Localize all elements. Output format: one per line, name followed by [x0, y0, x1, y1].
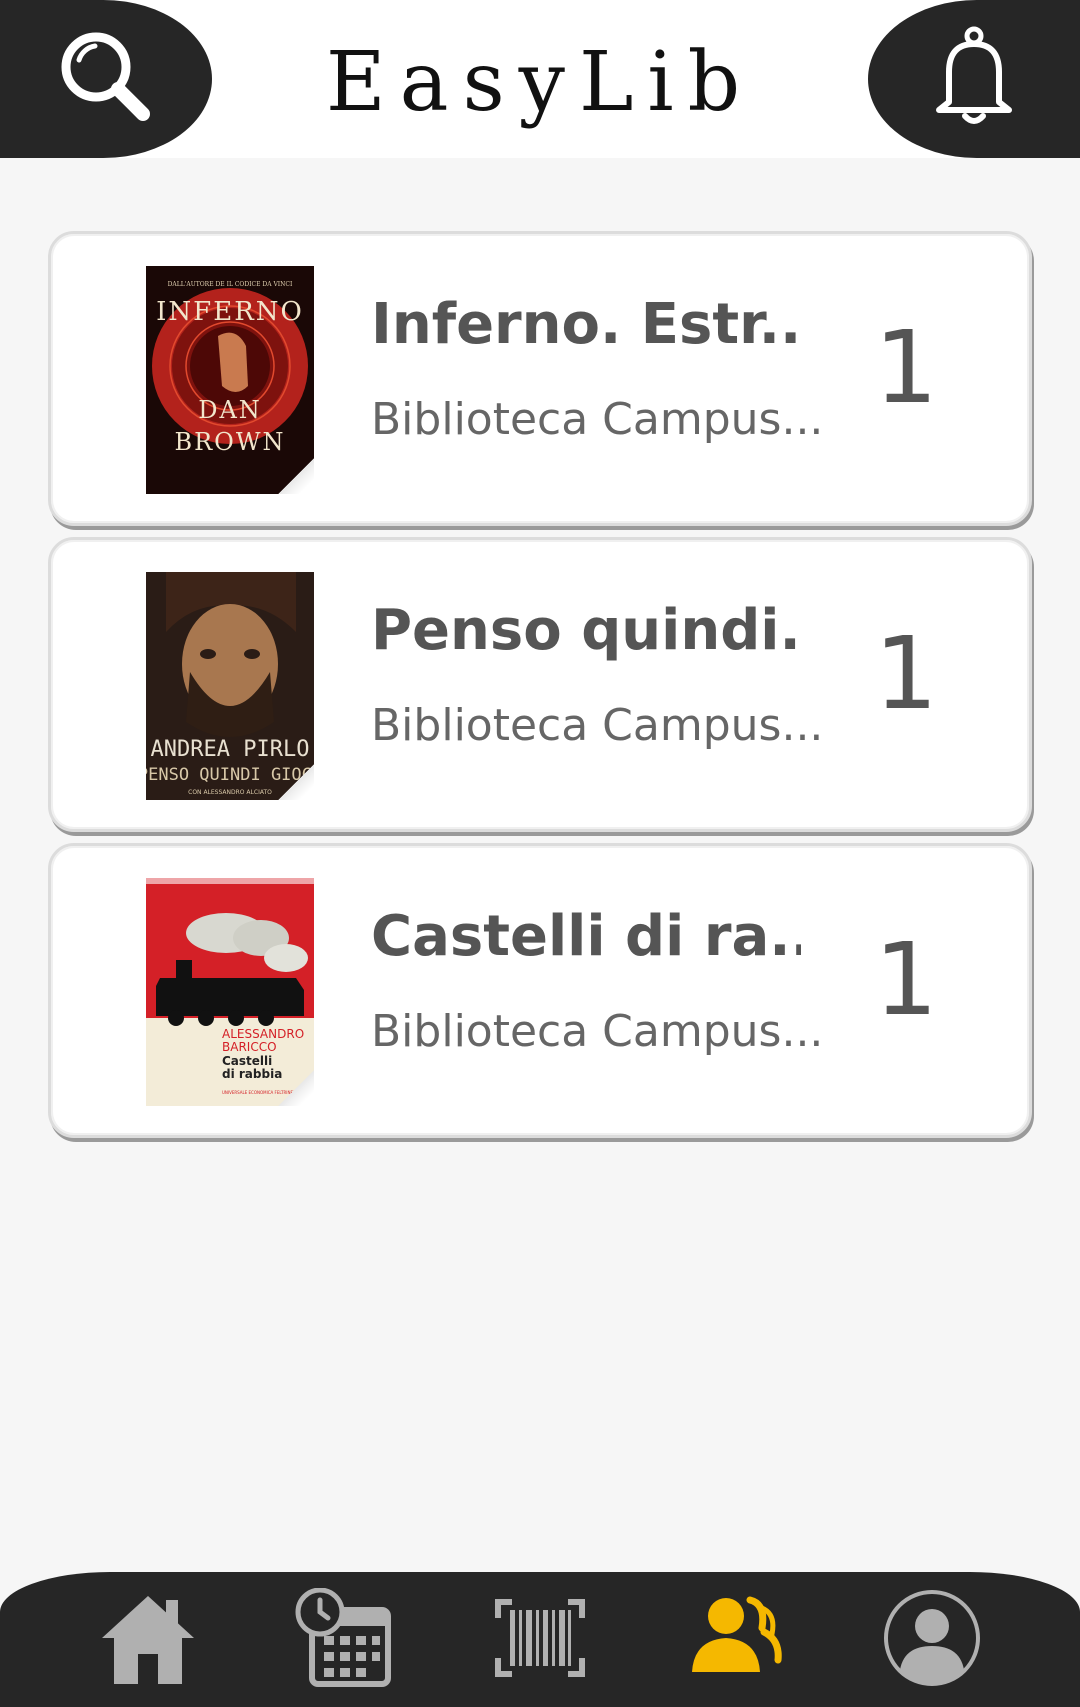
bottom-nav — [0, 1572, 1080, 1707]
nav-home[interactable] — [93, 1585, 203, 1695]
page-curl — [278, 764, 314, 800]
nav-scan[interactable] — [485, 1585, 595, 1695]
book-count: 1 — [874, 309, 938, 426]
book-card[interactable]: DALL'AUTORE DE IL CODICE DA VINCI INFERN… — [48, 231, 1032, 526]
notifications-button[interactable] — [868, 0, 1080, 158]
nav-group[interactable] — [681, 1585, 791, 1695]
book-count: 1 — [874, 615, 938, 732]
book-title: Penso quindi... — [371, 598, 801, 663]
book-cover: DALL'AUTORE DE IL CODICE DA VINCI INFERN… — [146, 266, 314, 494]
calendar-clock-icon — [294, 1587, 394, 1692]
cover-author-first: DAN — [198, 396, 262, 424]
home-icon — [98, 1588, 198, 1692]
book-title: Inferno. Estr... — [371, 292, 801, 357]
page-curl — [278, 458, 314, 494]
cover-author-last: BARICCO — [222, 1040, 277, 1054]
app-header: EasyLib — [0, 0, 1080, 158]
cover-coauthor: CON ALESSANDRO ALCIATO — [188, 789, 272, 796]
book-count: 1 — [874, 921, 938, 1038]
cover-top-line: DALL'AUTORE DE IL CODICE DA VINCI — [168, 281, 293, 288]
cover-title-line2: di rabbia — [222, 1067, 282, 1081]
cover-title: INFERNO — [156, 297, 304, 327]
book-library: Biblioteca Campus... — [371, 1006, 824, 1057]
cover-author: ANDREA PIRLO — [151, 737, 310, 762]
book-title: Castelli di ra... — [371, 904, 801, 969]
cover-author-last: BROWN — [174, 428, 285, 456]
borrowed-books-list: DALL'AUTORE DE IL CODICE DA VINCI INFERN… — [48, 231, 1032, 1149]
book-cover: ALESSANDRO BARICCO Castelli di rabbia UN… — [146, 878, 314, 1106]
cover-author-first: ALESSANDRO — [222, 1027, 304, 1041]
book-library: Biblioteca Campus... — [371, 700, 824, 751]
barcode-scan-icon — [490, 1588, 590, 1692]
bell-icon — [929, 22, 1019, 136]
nav-profile[interactable] — [877, 1585, 987, 1695]
profile-icon — [882, 1588, 982, 1692]
book-card[interactable]: ALESSANDRO BARICCO Castelli di rabbia UN… — [48, 843, 1032, 1138]
nav-calendar[interactable] — [289, 1585, 399, 1695]
book-cover: ANDREA PIRLO PENSO QUINDI GIOCO CON ALES… — [146, 572, 314, 800]
group-icon — [686, 1588, 786, 1692]
cover-title-line1: Castelli — [222, 1054, 272, 1068]
page-curl — [278, 1070, 314, 1106]
book-card[interactable]: ANDREA PIRLO PENSO QUINDI GIOCO CON ALES… — [48, 537, 1032, 832]
book-library: Biblioteca Campus... — [371, 394, 824, 445]
